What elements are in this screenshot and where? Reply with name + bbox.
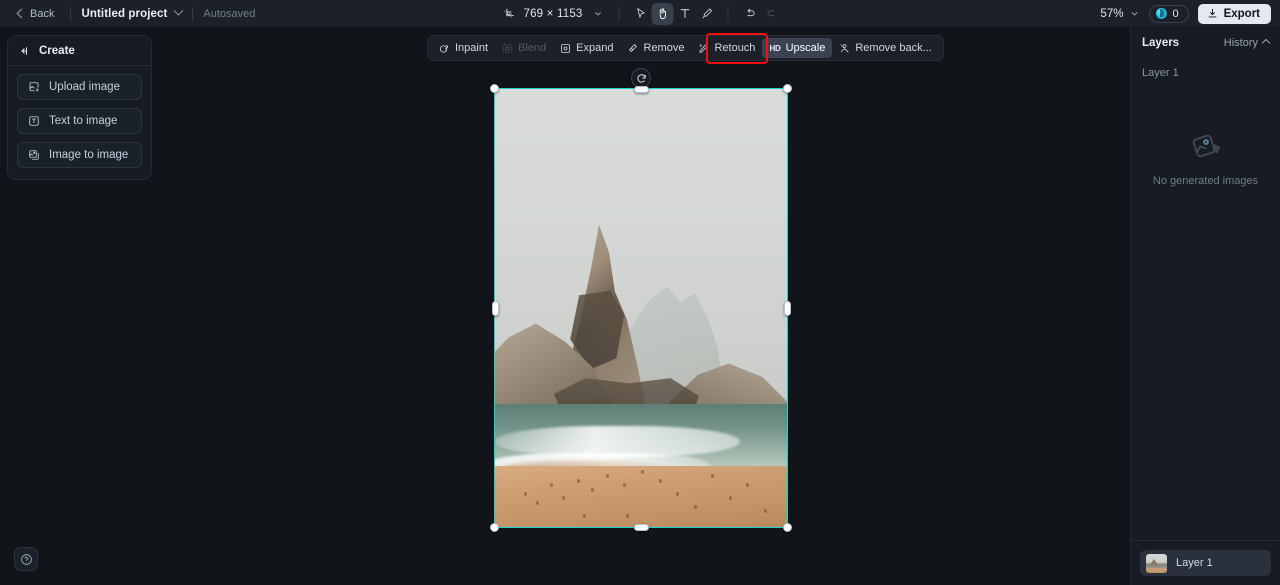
blend-label: Blend [518,42,547,54]
chevron-left-icon [16,8,27,19]
coin-icon [1156,8,1168,19]
inpaint-icon [439,44,449,53]
upload-image-icon [29,82,39,92]
project-name[interactable]: Untitled project [81,8,167,20]
list-item[interactable]: Layer 1 [1140,550,1271,576]
upscale-label: Upscale [785,42,826,54]
credits-badge[interactable]: 0 [1149,4,1189,23]
sidebar-item-label: Image to image [49,149,129,161]
resize-handle-top-right[interactable] [783,84,792,93]
top-bar-right: 57% 0 Export [1100,3,1271,25]
help-button[interactable] [14,547,38,571]
image-placeholder-icon [1192,134,1220,158]
context-toolbar: Inpaint Blend Expand Remove Retouch HD U… [427,35,944,61]
right-panel: Layers History Layer 1 No generated imag… [1130,28,1280,585]
brush-tool[interactable] [696,3,718,25]
rotate-icon [636,73,646,83]
top-bar-tools: 769 × 1153 [497,2,783,25]
back-label: Back [30,7,55,20]
expand-label: Expand [576,42,614,54]
generated-images-empty-state: No generated images [1131,79,1280,540]
resize-handle-top-left[interactable] [490,84,499,93]
canvas-size-value: 769 × 1153 [523,7,583,20]
chevron-up-icon [1261,38,1271,48]
sidebar-body: Upload image Text to image Image to imag… [8,66,151,179]
canvas-size-chevron-down-icon[interactable] [587,3,609,25]
zoom-level: 57% [1100,7,1124,20]
credits-count: 0 [1172,7,1179,20]
layer-name: Layer 1 [1176,557,1213,569]
download-icon [1208,8,1216,18]
resize-handle-bottom-left[interactable] [490,523,499,532]
export-label: Export [1223,7,1260,20]
back-button[interactable]: Back [10,5,60,23]
select-tool[interactable] [630,3,652,25]
undo-button[interactable] [739,3,761,25]
layer-image[interactable] [495,89,787,527]
history-label: History [1223,37,1258,49]
crop-frame-icon[interactable] [497,3,519,25]
remove-button[interactable]: Remove [620,38,691,58]
canvas-area[interactable]: Inpaint Blend Expand Remove Retouch HD U… [0,28,1130,585]
sidebar-item-text-to-image[interactable]: Text to image [17,108,142,134]
right-panel-header: Layers History [1131,28,1280,58]
inpaint-label: Inpaint [455,42,489,54]
retouch-label: Retouch [714,42,756,54]
autosaved-status: Autosaved [203,7,256,20]
create-sidebar: Create Upload image Text to image Image … [7,35,152,180]
collapse-panel-icon [21,46,27,55]
layers-list: Layer 1 [1131,541,1280,585]
blend-button[interactable]: Blend [495,38,553,58]
hd-icon: HD [769,43,781,53]
remove-background-label: Remove back... [855,42,932,54]
divider [192,6,194,21]
resize-handle-bottom[interactable] [633,523,649,531]
app-root: Back Untitled project Autosaved 769 × 11… [0,0,1280,585]
top-bar: Back Untitled project Autosaved 769 × 11… [0,0,1280,28]
sidebar-header: Create [8,36,151,66]
resize-handle-bottom-right[interactable] [783,523,792,532]
resize-handle-right[interactable] [783,300,791,316]
chevron-down-icon[interactable] [173,5,184,16]
sidebar-item-image-to-image[interactable]: Image to image [17,142,142,168]
top-bar-left: Back Untitled project Autosaved [0,5,255,23]
help-circle-icon [20,553,32,565]
text-to-image-icon [29,116,39,126]
retouch-button[interactable]: Retouch [691,38,762,58]
resize-handle-left[interactable] [491,300,499,316]
sidebar-title: Create [39,44,75,57]
blend-icon [503,43,512,53]
hand-tool[interactable] [651,2,674,25]
sidebar-item-label: Text to image [49,115,118,127]
divider [618,6,620,21]
redo-button[interactable] [761,3,783,25]
remove-background-button[interactable]: Remove back... [832,38,938,58]
text-tool[interactable] [674,3,696,25]
remove-background-icon [840,43,850,53]
remove-label: Remove [643,42,685,54]
current-layer-label: Layer 1 [1142,67,1179,79]
inpaint-button[interactable]: Inpaint [432,38,495,58]
resize-handle-top[interactable] [633,85,649,93]
divider [70,6,72,21]
expand-button[interactable]: Expand [553,38,620,58]
expand-icon [561,43,570,53]
retouch-icon [699,43,709,53]
export-button[interactable]: Export [1197,3,1271,24]
remove-icon [629,43,638,52]
history-toggle[interactable]: History [1223,37,1271,49]
zoom-chevron-down-icon[interactable] [1123,3,1145,25]
upscale-button[interactable]: HD Upscale [762,38,833,58]
layers-title: Layers [1142,37,1180,49]
sand-region [495,465,787,527]
image-selection[interactable] [490,68,792,532]
sidebar-item-upload-image[interactable]: Upload image [17,74,142,100]
empty-state-label: No generated images [1152,175,1259,187]
sidebar-item-label: Upload image [49,81,120,93]
layer-thumbnail [1146,553,1167,573]
divider [727,6,729,21]
image-to-image-icon [29,150,39,160]
